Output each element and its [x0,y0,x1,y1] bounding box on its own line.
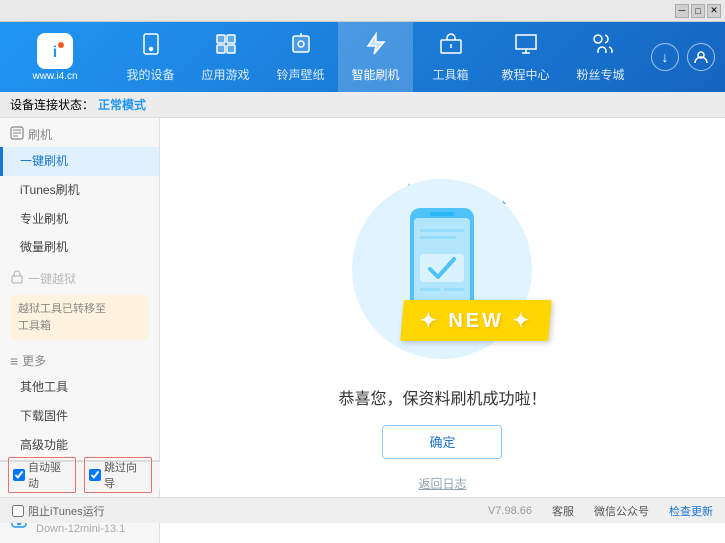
nav-my-device[interactable]: 我的设备 [113,22,188,92]
auto-driver-label: 自动驱动 [28,459,71,491]
svg-text:i: i [53,44,57,61]
sidebar-item-pro-flash[interactable]: 专业刷机 [0,205,159,234]
sidebar-item-download-firmware[interactable]: 下载固件 [0,402,159,431]
more-section-label: 更多 [22,352,46,369]
sidebar-item-save-flash[interactable]: 微量刷机 [0,233,159,262]
sidebar-section-more: ≡ 更多 [0,344,159,373]
logo-icon: i [37,33,73,69]
nav-ringtone[interactable]: 铃声壁纸 [263,22,338,92]
celebration-area: ✦ ✦ ✦ [338,169,546,492]
sidebar-item-one-click-flash[interactable]: 一键刷机 [0,147,159,176]
close-button[interactable]: ✕ [707,4,721,18]
nav-items: 我的设备 应用游戏 铃声壁纸 [100,22,651,92]
checkbox-area: 自动驱动 跳过向导 [0,461,160,489]
nav-tutorial-label: 教程中心 [501,66,549,83]
window-controls[interactable]: － □ ✕ [675,4,721,18]
sidebar-item-advanced[interactable]: 高级功能 [0,431,159,460]
phone-illustration: ✦ ✦ ✦ [342,169,542,369]
nav-my-device-label: 我的设备 [126,66,174,83]
version-label: V7.98.66 [488,505,532,517]
itunes-block-label: 阻止iTunes运行 [28,503,105,519]
nav-forum[interactable]: 粉丝专城 [563,22,638,92]
nav-my-device-icon [139,32,163,62]
skip-wizard-label: 跳过向导 [104,459,147,491]
nav-smart-flash[interactable]: 智能刷机 [338,22,413,92]
skip-wizard-input[interactable] [89,469,101,481]
status-label: 设备连接状态： [10,96,94,113]
title-bar: － □ ✕ [0,0,725,22]
main-body: 刷机 一键刷机 iTunes刷机 专业刷机 微量刷机 [0,118,725,543]
jailbreak-note: 越狱工具已转移至工具箱 [10,295,149,340]
success-text: 恭喜您，保资料刷机成功啦！ [338,385,546,409]
sidebar-section-flash: 刷机 [0,118,159,147]
nav-app-games-label: 应用游戏 [201,66,249,83]
nav-toolbox[interactable]: 工具箱 [413,22,488,92]
user-button[interactable] [687,43,715,71]
nav-smart-flash-icon [364,32,388,62]
bottom-bar: 阻止iTunes运行 V7.98.66 客服 微信公众号 检查更新 [0,497,725,523]
nav-ringtone-icon [289,32,313,62]
nav-tutorial-icon [514,32,538,62]
sidebar-scroll: 刷机 一键刷机 iTunes刷机 专业刷机 微量刷机 [0,118,159,460]
nav-app-games-icon [214,32,238,62]
main-panel: ✦ ✦ ✦ [160,118,725,543]
nav-toolbox-icon [439,32,463,62]
bottom-bar-left: 阻止iTunes运行 [12,503,172,519]
nav-forum-label: 粉丝专城 [576,66,624,83]
sidebar-item-other-tools[interactable]: 其他工具 [0,373,159,402]
new-badge: ✦ NEW ✦ [400,300,552,341]
device-status-bar: 设备连接状态： 正常模式 [0,92,725,118]
download-button[interactable]: ↓ [651,43,679,71]
logo-area[interactable]: i www.i4.cn [10,33,100,82]
nav-right-buttons: ↓ [651,43,715,71]
lock-icon [10,270,24,287]
header: i www.i4.cn 我的设备 [0,22,725,92]
bottom-bar-right: V7.98.66 客服 微信公众号 检查更新 [172,503,713,519]
minimize-button[interactable]: － [675,4,689,18]
check-update-button[interactable]: 检查更新 [669,503,713,519]
customer-service-button[interactable]: 客服 [552,503,574,519]
logo-url: www.i4.cn [32,71,77,82]
jailbreak-label: 一键越狱 [28,270,76,287]
nav-tutorial[interactable]: 教程中心 [488,22,563,92]
confirm-button[interactable]: 确定 [382,425,502,459]
nav-toolbox-label: 工具箱 [432,66,468,83]
wechat-public-button[interactable]: 微信公众号 [594,503,649,519]
flash-section-icon [10,126,24,143]
auto-driver-checkbox[interactable]: 自动驱动 [8,457,76,493]
auto-driver-input[interactable] [13,469,25,481]
device-model: Down-12mini-13.1 [36,523,125,535]
sidebar-item-itunes-flash[interactable]: iTunes刷机 [0,176,159,205]
nav-app-games[interactable]: 应用游戏 [188,22,263,92]
nav-smart-flash-label: 智能刷机 [351,66,399,83]
nav-forum-icon [589,32,613,62]
itunes-block-checkbox[interactable] [12,505,24,517]
maximize-button[interactable]: □ [691,4,705,18]
nav-ringtone-label: 铃声壁纸 [276,66,324,83]
status-value: 正常模式 [98,96,146,113]
sidebar: 刷机 一键刷机 iTunes刷机 专业刷机 微量刷机 [0,118,160,543]
skip-wizard-checkbox[interactable]: 跳过向导 [84,457,152,493]
more-icon: ≡ [10,353,18,369]
sidebar-section-jailbreak: 一键越狱 [0,262,159,291]
back-link[interactable]: 返回日志 [418,475,466,492]
flash-section-label: 刷机 [28,126,52,143]
